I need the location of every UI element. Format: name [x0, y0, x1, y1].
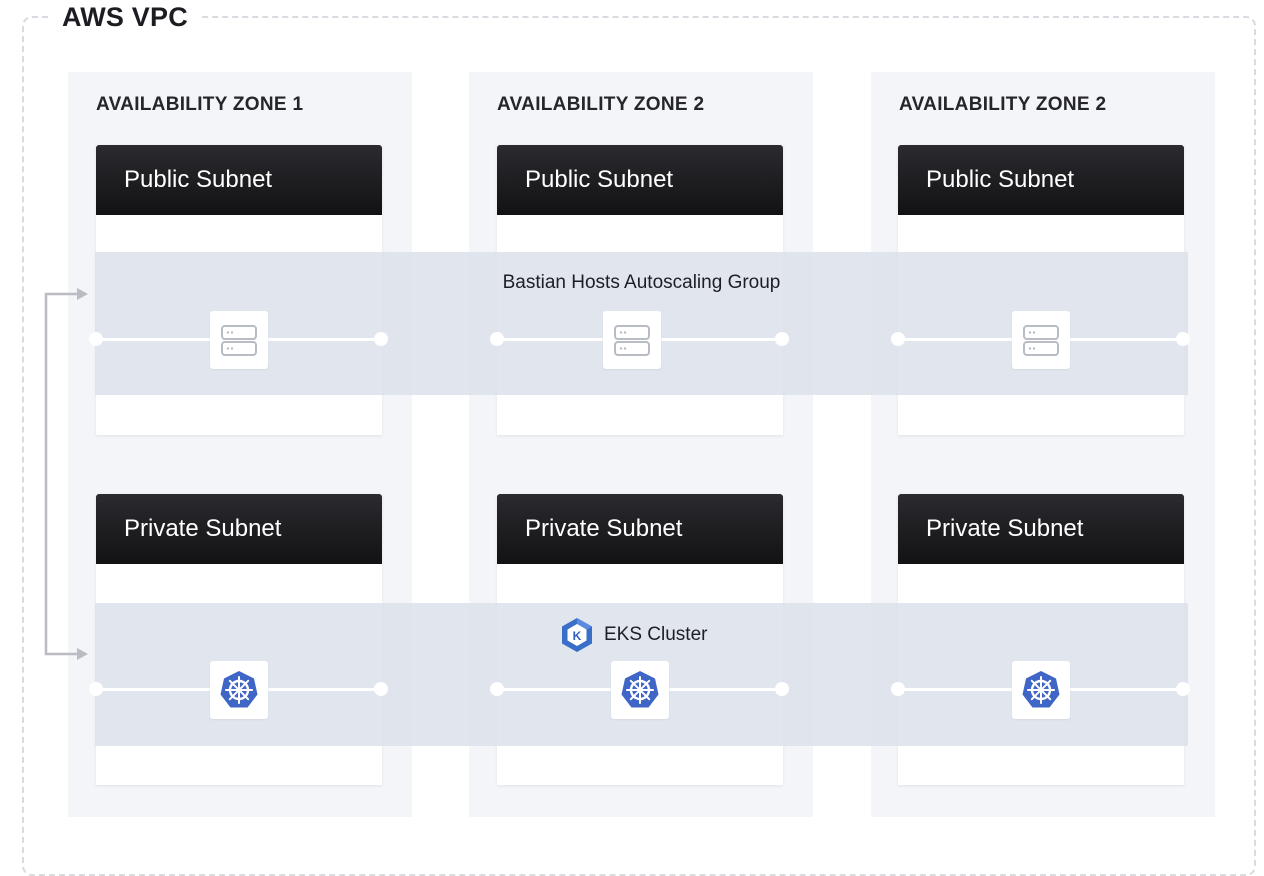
kubernetes-icon [1022, 671, 1060, 708]
private-subnet-header: Private Subnet [898, 494, 1184, 564]
private-subnet-header: Private Subnet [497, 494, 783, 564]
connector-dot [891, 682, 905, 696]
connector-dot [490, 332, 504, 346]
public-subnet-header: Public Subnet [96, 145, 382, 215]
public-subnet-header: Public Subnet [497, 145, 783, 215]
availability-zone-title: AVAILABILITY ZONE 1 [96, 94, 304, 115]
eks-logo-icon: K [562, 618, 592, 652]
server-icon [1023, 325, 1059, 356]
connector-dot [374, 332, 388, 346]
availability-zone-title: AVAILABILITY ZONE 2 [899, 94, 1107, 115]
arrowhead-icon [77, 288, 88, 300]
server-icon [614, 325, 650, 356]
eks-logo-letter: K [573, 629, 582, 643]
bastion-group-label: Bastian Hosts Autoscaling Group [502, 272, 781, 293]
connector-dot [490, 682, 504, 696]
private-subnet-header: Private Subnet [96, 494, 382, 564]
connector-dot [1176, 682, 1190, 696]
bastion-to-eks-connector [44, 288, 88, 660]
arrowhead-icon [77, 648, 88, 660]
kubernetes-icon [621, 671, 659, 708]
eks-cluster-title: K EKS Cluster [560, 617, 707, 653]
connector-dot [891, 332, 905, 346]
bastion-host-node [603, 311, 661, 369]
connector-dot [775, 682, 789, 696]
eks-cluster-label: EKS Cluster [604, 624, 708, 645]
server-icon [221, 325, 257, 356]
kubernetes-node [210, 661, 268, 719]
kubernetes-node [611, 661, 669, 719]
connector-dot [775, 332, 789, 346]
availability-zone-title: AVAILABILITY ZONE 2 [497, 94, 705, 115]
kubernetes-node [1012, 661, 1070, 719]
public-subnet-header: Public Subnet [898, 145, 1184, 215]
connector-dot [374, 682, 388, 696]
bastion-host-node [1012, 311, 1070, 369]
kubernetes-icon [220, 671, 258, 708]
connector-dot [1176, 332, 1190, 346]
bastion-host-node [210, 311, 268, 369]
